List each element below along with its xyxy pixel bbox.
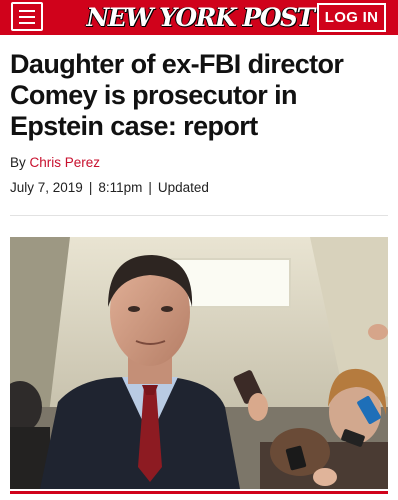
meta-separator: | (88, 180, 93, 195)
divider (10, 215, 388, 216)
byline-prefix: By (10, 155, 26, 170)
login-button[interactable]: LOG IN (317, 3, 386, 32)
updated-label: Updated (157, 180, 209, 195)
meta-separator: | (148, 180, 152, 195)
article-headline: Daughter of ex-FBI director Comey is pro… (10, 49, 344, 141)
byline: By Chris Perez (10, 155, 100, 170)
site-header: NEW YORK POST LOG IN (0, 0, 398, 35)
publish-date: July 7, 2019 (10, 180, 83, 195)
site-logo[interactable]: NEW YORK POST (86, 1, 315, 33)
article-photo[interactable] (10, 237, 388, 489)
article-photo-illustration (10, 237, 388, 489)
hamburger-menu-icon (19, 9, 35, 12)
menu-button[interactable] (11, 2, 43, 31)
photo-bottom-rule (10, 491, 388, 494)
publish-time: 8:11pm (98, 180, 143, 195)
author-link[interactable]: Chris Perez (30, 155, 101, 170)
article-meta: July 7, 2019 | 8:11pm | Updated (10, 180, 209, 195)
